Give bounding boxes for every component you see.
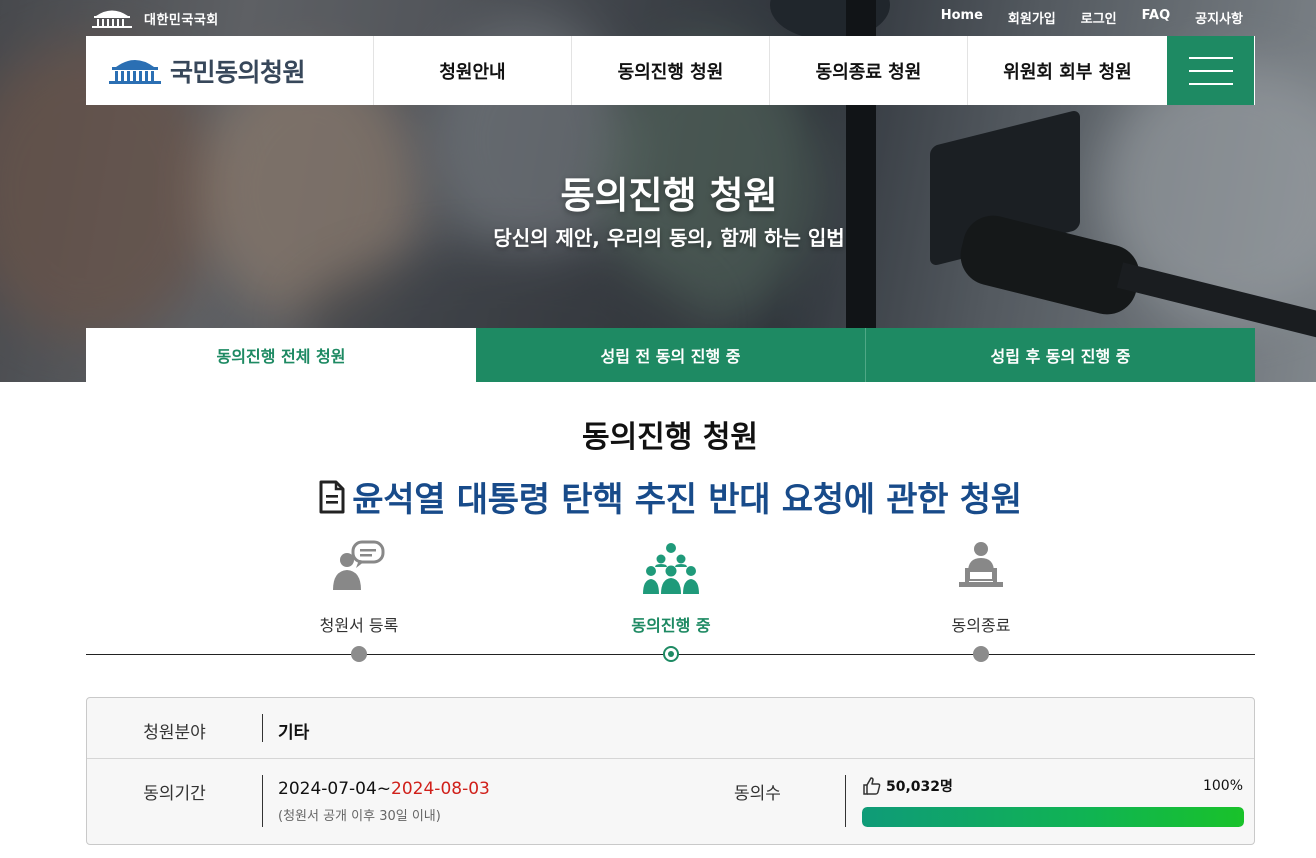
assembly-building-icon [109,59,161,84]
agree-count-label: 동의수 [734,784,781,804]
hamburger-line [1188,82,1233,85]
login-link[interactable]: 로그인 [1081,8,1117,27]
petition-title: 윤석열 대통령 탄핵 추진 반대 요청에 관한 청원 [0,472,1316,521]
hamburger-menu-button[interactable] [1167,36,1254,105]
info-row-period: 동의기간 2024-07-04~2024-08-03 (청원서 공개 이후 30… [87,759,1254,844]
agreement-closed-icon [959,542,1003,587]
tab-all-ongoing[interactable]: 동의진행 전체 청원 [86,328,476,382]
period-note: (청원서 공개 이후 30일 이내) [278,809,441,824]
step-register: 청원서 등록 [259,540,459,636]
agree-count: 50,032명 [862,776,953,796]
sub-tabs: 동의진행 전체 청원 성립 전 동의 진행 중 성립 후 동의 진행 중 [86,328,1255,382]
top-utility-bar: 대한민국국회 Home 회원가입 로그인 FAQ 공지사항 [86,0,1255,36]
national-assembly-logo[interactable]: 대한민국국회 [90,6,219,30]
agree-percent: 100% [1202,778,1243,794]
timeline-dot-active [663,646,679,662]
tab-after-establishment[interactable]: 성립 후 동의 진행 중 [866,328,1255,382]
menu-committee-petitions[interactable]: 위원회 회부 청원 [968,36,1167,105]
main-navigation: 국민동의청원 청원안내 동의진행 청원 동의종료 청원 위원회 회부 청원 [86,36,1255,105]
hamburger-line [1188,69,1233,72]
category-value: 기타 [278,723,310,743]
petition-info-table: 청원분야 기타 동의기간 2024-07-04~2024-08-03 (청원서 … [86,697,1255,845]
agree-count-value: 50,032명 [886,779,953,795]
menu-ongoing-petitions[interactable]: 동의진행 청원 [572,36,770,105]
brand-name: 국민동의청원 [170,57,306,87]
step-closed: 동의종료 [881,540,1081,636]
agreement-progress-icon [643,543,699,594]
document-icon [319,480,345,513]
assembly-name: 대한민국국회 [144,12,219,28]
signup-link[interactable]: 회원가입 [1008,8,1056,27]
step-label: 동의종료 [951,616,1011,635]
step-label: 동의진행 중 [631,616,711,635]
notice-link[interactable]: 공지사항 [1195,8,1243,27]
step-in-progress: 동의진행 중 [571,540,771,636]
period-start: 2024-07-04~ [278,779,392,799]
assembly-building-icon [92,10,132,28]
period-end: 2024-08-03 [391,779,490,799]
menu-closed-petitions[interactable]: 동의종료 청원 [770,36,968,105]
divider [262,775,263,827]
hero-title: 동의진행 청원 [560,174,778,217]
site-logo[interactable]: 국민동의청원 [86,36,374,105]
tab-before-establishment[interactable]: 성립 전 동의 진행 중 [476,328,866,382]
home-link[interactable]: Home [941,8,983,27]
divider [262,714,263,742]
divider [845,775,846,827]
category-label: 청원분야 [143,723,206,743]
timeline-dot-closed [973,646,989,662]
petition-register-icon [333,540,385,590]
hero-subtitle: 당신의 제안, 우리의 동의, 함께 하는 입법 [493,226,845,250]
period-label: 동의기간 [143,784,206,804]
faq-link[interactable]: FAQ [1142,8,1171,27]
info-row-category: 청원분야 기타 [87,698,1254,759]
agree-progress-fill [862,807,1244,827]
petition-title-text: 윤석열 대통령 탄핵 추진 반대 요청에 관한 청원 [352,480,1022,520]
agree-progress-bar [862,807,1244,827]
timeline-dot-register [351,646,367,662]
menu-petition-guide[interactable]: 청원안내 [374,36,572,105]
hamburger-line [1188,56,1233,59]
thumbs-up-icon [863,777,881,795]
period-value: 2024-07-04~2024-08-03 [278,779,490,799]
utility-links: Home 회원가입 로그인 FAQ 공지사항 [941,8,1243,27]
section-title: 동의진행 청원 [581,420,759,455]
step-label: 청원서 등록 [319,616,399,635]
